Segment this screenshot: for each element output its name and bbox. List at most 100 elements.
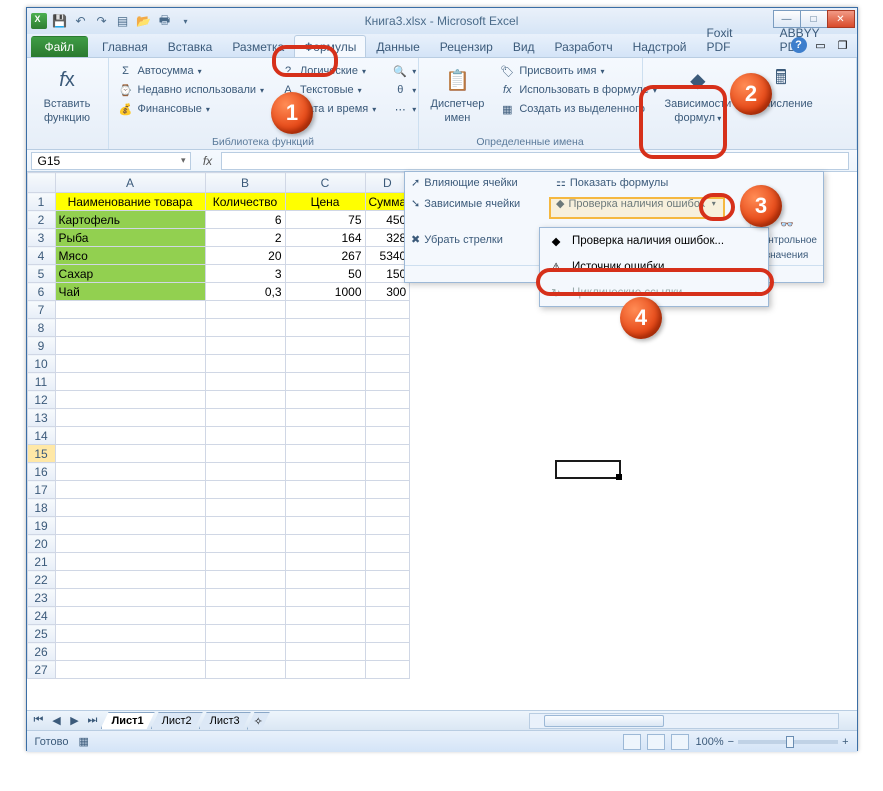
tab-formulas[interactable]: Формулы	[294, 35, 366, 57]
fx-button[interactable]: fx	[199, 154, 217, 168]
insert-fn-label2: функцию	[44, 112, 90, 124]
ribbon-tabs: Файл Главная Вставка Разметка Формулы Да…	[27, 34, 857, 58]
autosum-button[interactable]: ΣАвтосумма	[115, 62, 268, 80]
open-icon[interactable]: 📂	[135, 12, 153, 30]
zoom-slider[interactable]	[738, 740, 838, 744]
col-D[interactable]: D	[365, 173, 410, 193]
tab-insert[interactable]: Вставка	[158, 35, 223, 57]
formula-bar-row: G15 fx	[27, 150, 857, 172]
tab-review[interactable]: Рецензир	[430, 35, 503, 57]
recent-icon: ⌚	[118, 82, 134, 98]
trace-precedents-button[interactable]: ➚Влияющие ячейки	[405, 172, 550, 193]
tab-layout[interactable]: Разметка	[222, 35, 294, 57]
quick-access-toolbar: 💾 ↶ ↷ ▤ 📂 🖶 ▾	[51, 12, 195, 30]
zoom-out-button[interactable]: −	[728, 736, 734, 748]
formula-bar[interactable]	[221, 152, 849, 170]
excel-icon	[31, 13, 47, 29]
tab-data[interactable]: Данные	[366, 35, 429, 57]
recent-functions-button[interactable]: ⌚Недавно использовали	[115, 81, 268, 99]
create-from-selection-button[interactable]: ▦Создать из выделенного	[496, 100, 660, 118]
sigma-icon: Σ	[118, 63, 134, 79]
horizontal-scrollbar[interactable]	[529, 713, 839, 729]
insert-function-button[interactable]: fx Вставить функцию	[33, 62, 102, 126]
sheet-tab-3[interactable]: Лист3	[199, 712, 251, 729]
zoom-in-button[interactable]: +	[842, 736, 848, 748]
create-icon: ▦	[499, 101, 515, 117]
error-check-icon: ◆	[548, 233, 564, 249]
active-cell-marker	[555, 460, 621, 479]
tab-view[interactable]: Вид	[503, 35, 545, 57]
row-1[interactable]: 1	[27, 193, 55, 211]
save-icon[interactable]: 💾	[51, 12, 69, 30]
tab-file[interactable]: Файл	[31, 36, 89, 57]
more-icon: ⋯	[392, 101, 408, 117]
remove-arrows-button[interactable]: ✖Убрать стрелки	[405, 214, 550, 265]
cell-D1[interactable]: Сумма	[365, 193, 410, 211]
menu-trace-error[interactable]: ⚠Источник ошибки	[540, 254, 768, 280]
sheet-nav-next[interactable]: ▶	[67, 714, 83, 727]
new-sheet-button[interactable]: ✧	[247, 712, 270, 730]
lookup-button[interactable]: 🔍	[389, 62, 419, 80]
sheet-nav-first[interactable]: ⏮	[31, 714, 47, 727]
tab-foxit[interactable]: Foxit PDF	[696, 21, 769, 57]
sheet-nav-prev[interactable]: ◀	[49, 714, 65, 727]
trace-dependents-button[interactable]: ➘Зависимые ячейки	[405, 193, 550, 214]
logical-button[interactable]: ?Логические	[277, 62, 379, 80]
define-name-button[interactable]: 🏷Присвоить имя	[496, 62, 660, 80]
error-check-icon: ◆	[556, 197, 564, 210]
insert-fn-label1: Вставить	[44, 98, 91, 110]
col-C[interactable]: C	[285, 173, 365, 193]
circular-icon: ↻	[548, 285, 564, 301]
remove-arrows-icon: ✖	[411, 233, 420, 246]
financial-button[interactable]: 💰Финансовые	[115, 100, 268, 118]
sheet-tab-1[interactable]: Лист1	[101, 712, 155, 729]
sheet-nav-last[interactable]: ⏭	[85, 714, 101, 727]
window-title: Книга3.xlsx - Microsoft Excel	[365, 14, 519, 28]
financial-icon: 💰	[118, 101, 134, 117]
math-icon: θ	[392, 82, 408, 98]
cell-A1[interactable]: Наименование товара	[55, 193, 205, 211]
col-B[interactable]: B	[205, 173, 285, 193]
math-button[interactable]: θ	[389, 81, 419, 99]
col-A[interactable]: A	[55, 173, 205, 193]
view-normal-button[interactable]	[623, 734, 641, 750]
cell-C1[interactable]: Цена	[285, 193, 365, 211]
tab-developer[interactable]: Разработч	[545, 35, 623, 57]
menu-error-check[interactable]: ◆Проверка наличия ошибок...	[540, 228, 768, 254]
cell-B1[interactable]: Количество	[205, 193, 285, 211]
new-icon[interactable]: ▤	[114, 12, 132, 30]
name-box[interactable]: G15	[31, 152, 191, 170]
error-checking-button[interactable]: ◆Проверка наличия ошибок▾	[550, 193, 722, 214]
sheet-tab-2[interactable]: Лист2	[151, 712, 203, 729]
trace-dep-icon: ➘	[411, 197, 420, 210]
tab-home[interactable]: Главная	[92, 35, 158, 57]
help-icon[interactable]: ?	[791, 37, 807, 53]
show-formulas-button[interactable]: ⚏Показать формулы	[550, 172, 674, 193]
show-formulas-icon: ⚏	[556, 176, 566, 189]
fx-icon: fx	[51, 64, 83, 96]
group-names-title: Определенные имена	[425, 135, 636, 148]
callout-4: 4	[620, 297, 662, 339]
use-in-formula-button[interactable]: fxИспользовать в формуле	[496, 81, 660, 99]
undo-icon[interactable]: ↶	[72, 12, 90, 30]
tag-icon: 🏷	[499, 63, 515, 79]
redo-icon[interactable]: ↷	[93, 12, 111, 30]
logical-icon: ?	[280, 63, 296, 79]
view-pagebreak-button[interactable]	[671, 734, 689, 750]
restore-window-icon[interactable]: ❐	[835, 37, 851, 53]
select-all-corner[interactable]	[27, 173, 55, 193]
more-fn-button[interactable]: ⋯	[389, 100, 419, 118]
qat-more-icon[interactable]: ▾	[177, 12, 195, 30]
minimize-ribbon-icon[interactable]: ▭	[813, 37, 829, 53]
tab-addins[interactable]: Надстрой	[623, 35, 697, 57]
lookup-icon: 🔍	[392, 63, 408, 79]
print-icon[interactable]: 🖶	[156, 12, 174, 30]
status-ready: Готово	[35, 736, 69, 748]
view-layout-button[interactable]	[647, 734, 665, 750]
formula-auditing-button[interactable]: ◆ Зависимости формул	[659, 62, 738, 148]
trace-error-icon: ⚠	[548, 259, 564, 275]
group-funclib-title: Библиотека функций	[115, 135, 412, 148]
macro-record-icon[interactable]: ▦	[78, 735, 88, 748]
zoom-value: 100%	[695, 736, 723, 748]
name-manager-button[interactable]: 📋 Диспетчер имен	[425, 62, 491, 135]
